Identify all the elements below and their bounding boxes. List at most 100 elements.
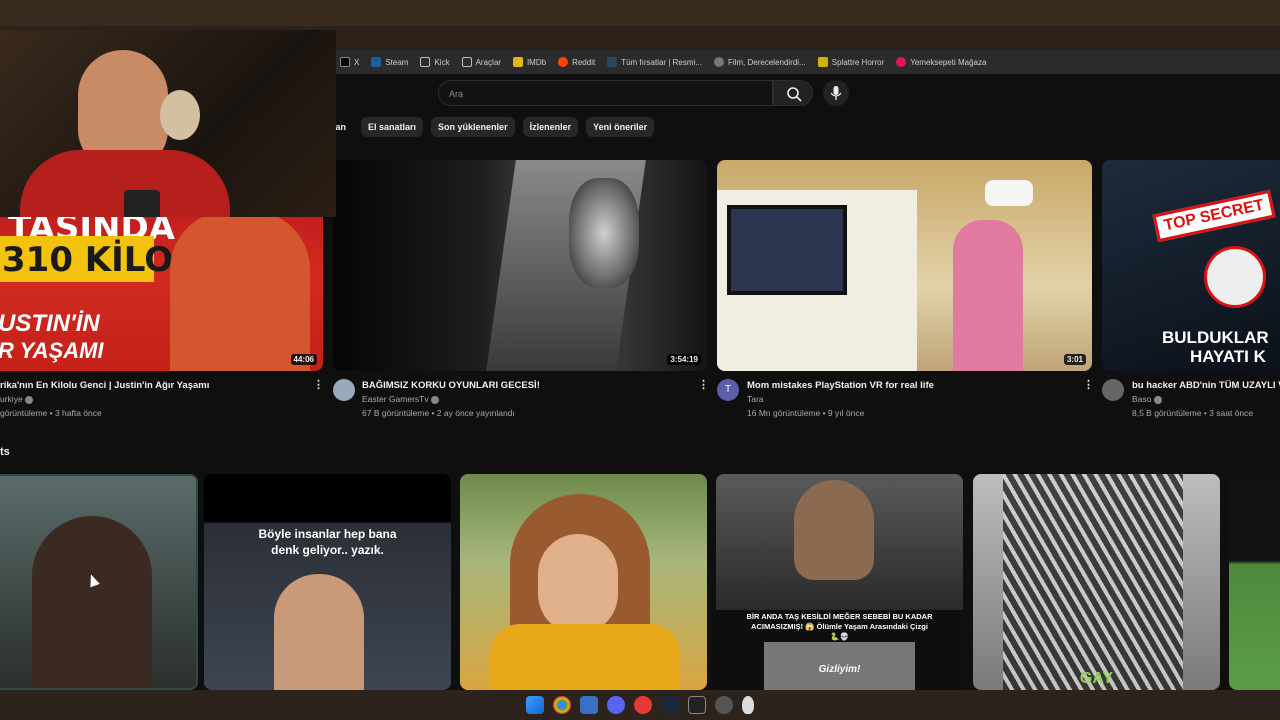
video-meta: görüntüleme • 3 hafta önce	[0, 408, 102, 418]
bookmark-kick[interactable]: Kick	[420, 57, 450, 67]
video-meta: 8,5 B görüntüleme • 3 saat önce	[1132, 408, 1254, 418]
mail-icon[interactable]	[580, 696, 598, 714]
video-duration: 3:01	[1063, 354, 1086, 365]
thumbnail-person	[274, 574, 364, 690]
webcam-overlay	[0, 30, 336, 217]
video-duration: 44:06	[290, 354, 317, 365]
short-thumbnail[interactable]	[460, 474, 707, 690]
app-icon[interactable]	[715, 696, 733, 714]
bookmark-film[interactable]: Film, Derecelendirdi...	[713, 57, 806, 67]
video-duration: 3:54:19	[667, 354, 701, 365]
verified-icon	[430, 395, 439, 404]
video-thumbnail[interactable]: 3:54:19	[333, 160, 707, 371]
windows-start-icon[interactable]	[526, 696, 544, 714]
bookmark-reddit[interactable]: Reddit	[558, 57, 595, 67]
verified-icon	[25, 395, 34, 404]
chip-son-yuklenenler[interactable]: Son yüklenenler	[431, 117, 515, 137]
short-thumbnail[interactable]: GAY	[973, 474, 1220, 690]
chrome-icon[interactable]	[553, 696, 571, 714]
thumbnail-tv	[727, 205, 847, 295]
media-player-icon[interactable]	[634, 696, 652, 714]
steam-icon	[371, 57, 382, 67]
globe-icon	[713, 57, 724, 67]
more-options-icon[interactable]: ⋮	[698, 378, 709, 391]
bookmark-araclar[interactable]: Araçlar	[461, 57, 501, 67]
video-title[interactable]: Mom mistakes PlayStation VR for real lif…	[747, 380, 934, 391]
splattre-icon	[817, 57, 828, 67]
short-thumbnail[interactable]: BİR ANDA TAŞ KESİLDİ MEĞER SEBEBİ BU KAD…	[716, 474, 963, 690]
channel-name[interactable]: Tara	[747, 394, 764, 404]
voice-search-button[interactable]	[823, 80, 849, 106]
obs-icon[interactable]	[688, 696, 706, 714]
imdb-icon	[512, 57, 523, 67]
video-title[interactable]: rika'nın En Kilolu Genci | Justin'in Ağı…	[0, 380, 209, 391]
thumbnail-braids	[1003, 474, 1183, 690]
x-icon	[340, 57, 350, 67]
short-subcaption: Gizliyim!	[818, 664, 861, 675]
channel-label: Baso	[1132, 394, 1152, 404]
channel-name[interactable]: Baso	[1132, 394, 1162, 404]
folder-icon	[461, 57, 472, 67]
microphone-icon	[124, 190, 160, 217]
browser-title-bar	[0, 0, 1280, 26]
chip-lan[interactable]: lan	[333, 117, 353, 137]
thumbnail-person	[170, 210, 310, 371]
filter-chips: lan El sanatları Son yüklenenler İzlenen…	[333, 117, 655, 137]
chip-yeni-oneriler[interactable]: Yeni öneriler	[586, 117, 655, 137]
thumbnail-text: USTIN'İN	[0, 310, 100, 337]
video-thumbnail[interactable]: 3:01	[717, 160, 1092, 371]
video-title[interactable]: bu hacker ABD'nin TÜM UZAYLI V	[1132, 380, 1280, 391]
short-caption: Böyle insanlar hep bana denk geliyor.. y…	[258, 527, 397, 557]
video-meta: 67 B görüntüleme • 2 ay önce yayınlandı	[362, 408, 515, 418]
more-options-icon[interactable]: ⋮	[313, 378, 324, 391]
thumbnail-text: 310 KİLO	[2, 240, 174, 280]
video-title[interactable]: BAĞIMSIZ KORKU OYUNLARI GECESİ!	[362, 380, 540, 391]
channel-name[interactable]: urkiye	[0, 394, 34, 404]
bookmark-splattre[interactable]: Splattre Horror	[817, 57, 884, 67]
thumbnail-person	[953, 220, 1023, 371]
channel-avatar[interactable]: T	[717, 379, 739, 401]
taskbar	[0, 690, 1280, 720]
chip-el-sanatlari[interactable]: El sanatları	[361, 117, 424, 137]
thumbnail-ufo-circle	[1204, 246, 1266, 308]
discord-icon[interactable]	[607, 696, 625, 714]
thumbnail-text: R YAŞAMI	[0, 338, 104, 363]
channel-label: urkiye	[0, 394, 23, 404]
search-icon	[787, 87, 802, 102]
mouse-app-icon[interactable]	[742, 696, 754, 714]
verified-icon	[1153, 395, 1162, 404]
thumbnail-person	[32, 516, 152, 688]
short-thumbnail[interactable]	[1229, 474, 1280, 690]
search-input[interactable]: Ara	[438, 80, 773, 106]
thumbnail-stamp: TOP SECRET	[1152, 189, 1276, 243]
short-thumbnail[interactable]: Böyle insanlar hep bana denk geliyor.. y…	[204, 474, 451, 690]
thumbnail-clothing	[490, 624, 680, 690]
short-caption: GAY	[1079, 670, 1114, 687]
steam-icon[interactable]	[661, 696, 679, 714]
chip-izlenenler[interactable]: İzlenenler	[522, 117, 579, 137]
short-caption: BİR ANDA TAŞ KESİLDİ MEĞER SEBEBİ BU KAD…	[746, 612, 933, 641]
bookmark-imdb[interactable]: IMDb	[512, 57, 546, 67]
thumbnail-vr-headset	[985, 180, 1033, 206]
bookmark-x[interactable]: X	[340, 57, 359, 67]
video-meta: 16 Mn görüntüleme • 9 yıl önce	[747, 408, 865, 418]
video-thumbnail[interactable]: TOP SECRET BULDUKLAR HAYATI K	[1102, 160, 1280, 371]
thumbnail-person	[794, 480, 874, 580]
bookmark-steam-deals[interactable]: Tüm fırsatlar | Resmi...	[607, 57, 702, 67]
microphone-icon	[830, 86, 842, 100]
channel-avatar[interactable]	[1102, 379, 1124, 401]
yemeksepeti-icon	[896, 57, 907, 67]
channel-name[interactable]: Easter GamersTv	[362, 394, 439, 404]
channel-label: Easter GamersTv	[362, 394, 429, 404]
bookmark-yemeksepeti[interactable]: Yemeksepeti Mağaza	[896, 57, 986, 67]
folder-icon	[420, 57, 431, 67]
search-button[interactable]	[773, 80, 813, 106]
background-object	[160, 90, 200, 140]
channel-avatar[interactable]	[333, 379, 355, 401]
thumbnail-text: HAYATI K	[1190, 347, 1266, 366]
thumbnail-face	[538, 534, 618, 634]
shorts-heading: ts	[0, 446, 10, 458]
bookmark-steam[interactable]: Steam	[371, 57, 408, 67]
thumbnail-face	[569, 178, 639, 288]
more-options-icon[interactable]: ⋮	[1083, 378, 1094, 391]
